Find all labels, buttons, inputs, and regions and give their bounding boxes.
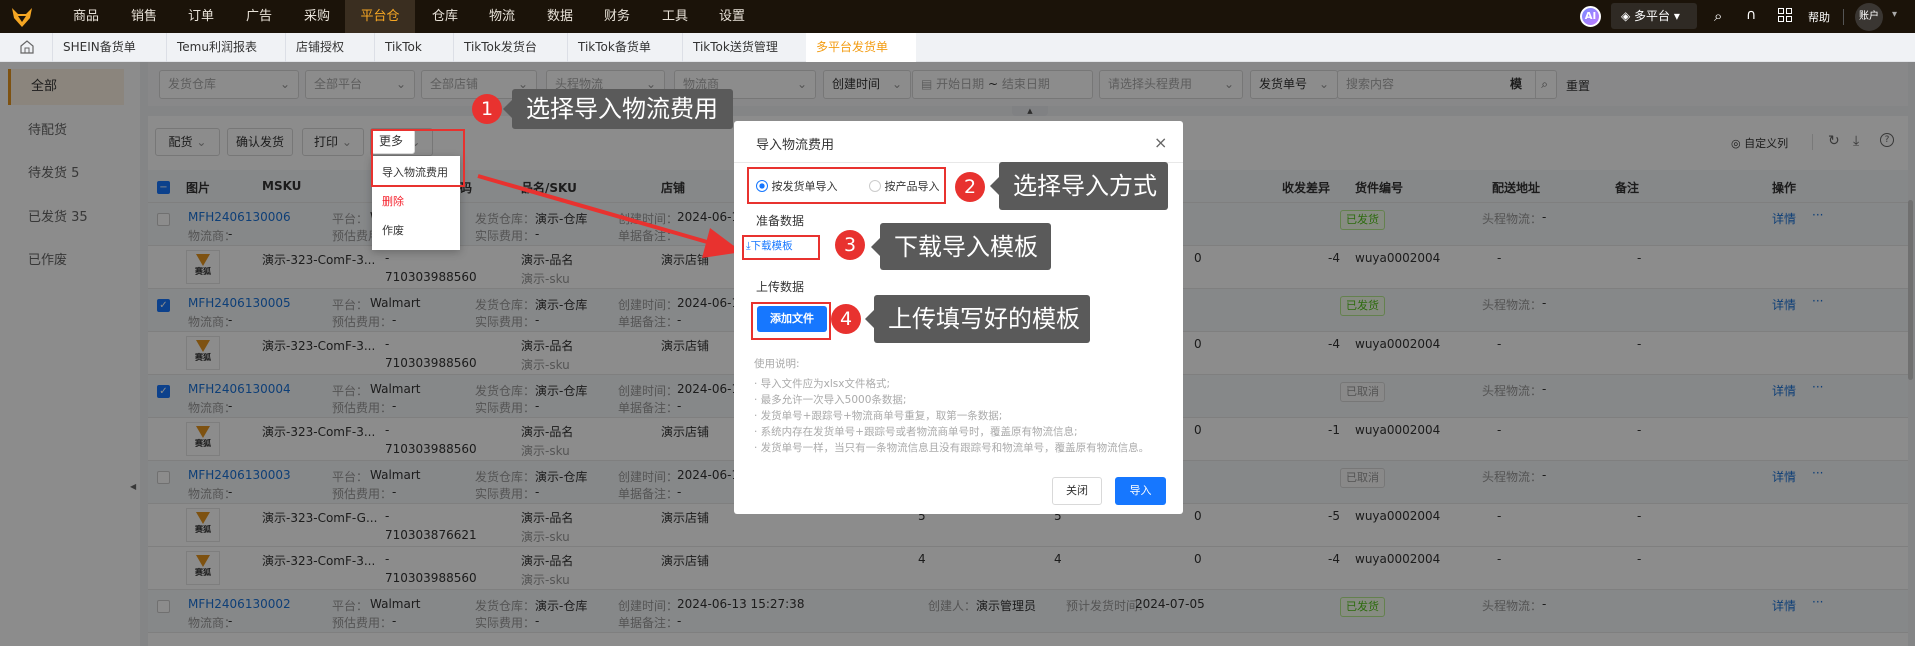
close-icon[interactable]: × <box>1154 133 1167 152</box>
step-3-tooltip: 下载导入模板 <box>871 223 1051 270</box>
modal-title: 导入物流费用 <box>756 138 835 153</box>
usage-note: · 系统内存在发货单号+跟踪号或者物流商单号时，覆盖原有物流信息; <box>754 426 1078 438</box>
usage-note: · 导入文件应为xlsx文件格式; <box>754 378 891 390</box>
step-4-tooltip: 上传填写好的模板 <box>865 295 1090 343</box>
close-button[interactable]: 关闭 <box>1052 477 1102 505</box>
highlight-box-step4 <box>751 302 831 340</box>
usage-title: 使用说明: <box>754 358 800 370</box>
usage-note: · 最多允许一次导入5000条数据; <box>754 394 907 406</box>
step-2-tooltip: 选择导入方式 <box>990 162 1168 210</box>
highlight-box-step3 <box>742 235 820 260</box>
step-1-marker: 1 <box>472 94 502 124</box>
prepare-data-heading: 准备数据 <box>756 214 805 228</box>
usage-note: · 发货单号一样，当只有一条物流信息且没有跟踪号和物流单号，覆盖原有物流信息。 <box>754 442 1150 454</box>
usage-note: · 发货单号+跟踪号+物流商单号重复，取第一条数据; <box>754 410 1003 422</box>
step-3-marker: 3 <box>835 230 865 260</box>
highlight-box-step2 <box>747 167 946 204</box>
step-2-marker: 2 <box>955 172 985 202</box>
import-button[interactable]: 导入 <box>1115 477 1166 505</box>
step-4-marker: 4 <box>831 304 861 334</box>
step-1-tooltip: 选择导入物流费用 <box>503 89 733 129</box>
upload-data-heading: 上传数据 <box>756 280 805 294</box>
